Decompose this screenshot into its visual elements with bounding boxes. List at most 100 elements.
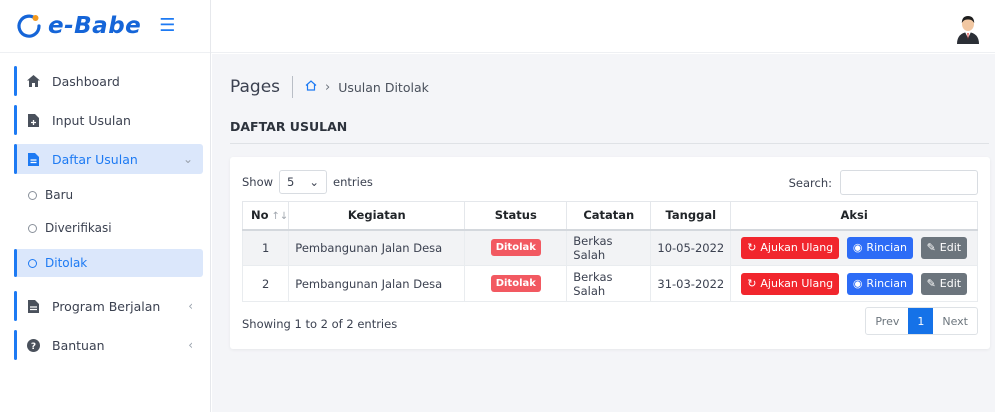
sidebar-item-dashboard[interactable]: Dashboard	[14, 66, 203, 96]
length-prefix: Show	[242, 175, 274, 189]
entries-select[interactable]: 5 ⌄	[279, 170, 328, 194]
sort-icon: ↑↓	[271, 211, 289, 223]
button-label: Rincian	[866, 241, 907, 255]
circle-icon	[28, 258, 37, 268]
sidebar-subitem-label: Baru	[45, 188, 74, 202]
sidebar-item-indicator	[14, 144, 17, 174]
cell-kegiatan: Pembangunan Jalan Desa	[288, 265, 466, 302]
sidebar: e-Babe ☰ Dashboard Input Usulan Daftar U…	[0, 0, 211, 412]
cell-catatan: Berkas Salah	[566, 265, 652, 302]
data-table: No ↑↓ Kegiatan Status Catatan Tanggal Aks…	[241, 201, 978, 302]
ajukan-ulang-button[interactable]: ↻ Ajukan Ulang	[741, 236, 840, 259]
cell-tanggal: 10-05-2022	[650, 229, 732, 266]
sidebar-item-label: Daftar Usulan	[52, 151, 138, 167]
column-header-label: Catatan	[583, 208, 635, 223]
edit-button[interactable]: ✎ Edit	[920, 236, 968, 259]
divider	[230, 143, 989, 144]
cell-tanggal: 31-03-2022	[650, 265, 732, 302]
home-icon	[26, 75, 40, 87]
table-row: 1 Pembangunan Jalan Desa Ditolak Berkas …	[241, 229, 978, 266]
sidebar-subitem-ditolak[interactable]: Ditolak	[14, 249, 203, 277]
button-label: Ajukan Ulang	[760, 241, 834, 255]
sidebar-item-indicator	[14, 291, 17, 321]
home-icon[interactable]	[305, 80, 317, 94]
table-info: Showing 1 to 2 of 2 entries	[242, 317, 398, 331]
chevron-left-icon: ‹	[188, 299, 193, 313]
sidebar-item-label: Input Usulan	[52, 112, 131, 128]
breadcrumb-current: Usulan Ditolak	[338, 79, 429, 95]
edit-button[interactable]: ✎ Edit	[920, 272, 968, 295]
column-header-label: Status	[494, 208, 537, 223]
svg-text:?: ?	[30, 342, 35, 352]
table-card: Show 5 ⌄ entries Search: No ↑↓ Kegiatan S…	[230, 157, 990, 349]
column-header-status[interactable]: Status	[464, 201, 568, 231]
length-suffix: entries	[333, 175, 373, 189]
cell-aksi: ↻ Ajukan Ulang ◉ Rincian ✎ Edit	[730, 265, 978, 302]
search-input[interactable]	[840, 170, 978, 195]
ajukan-ulang-button[interactable]: ↻ Ajukan Ulang	[741, 272, 840, 295]
chevron-down-icon: ⌄	[309, 175, 320, 189]
breadcrumb-root: Pages	[230, 77, 281, 97]
next-page-button[interactable]: Next	[933, 308, 977, 334]
button-label: Ajukan Ulang	[760, 277, 834, 290]
column-header-label: Kegiatan	[347, 208, 406, 223]
button-label: Rincian	[866, 277, 907, 290]
document-icon	[26, 299, 40, 313]
sidebar-item-indicator	[14, 330, 17, 360]
column-header-kegiatan[interactable]: Kegiatan	[288, 201, 466, 231]
status-badge: Ditolak	[490, 239, 541, 257]
sidebar-item-input-usulan[interactable]: Input Usulan	[14, 105, 203, 135]
sidebar-subitem-diverifikasi[interactable]: Diverifikasi	[14, 216, 203, 240]
entries-length-control: Show 5 ⌄ entries	[242, 170, 373, 194]
breadcrumb-divider	[292, 76, 294, 98]
prev-page-button[interactable]: Prev	[866, 308, 908, 334]
file-plus-icon	[26, 113, 40, 127]
main-content: Pages › Usulan Ditolak DAFTAR USULAN Sho…	[212, 54, 995, 412]
topbar	[211, 0, 995, 53]
pagination: Prev 1 Next	[865, 307, 978, 335]
sidebar-subitem-label: Ditolak	[45, 256, 88, 270]
chevron-down-icon: ⌄	[182, 152, 193, 166]
sidebar-item-label: Bantuan	[52, 337, 105, 353]
cell-status: Ditolak	[464, 265, 568, 302]
circle-icon	[28, 223, 37, 233]
column-header-no[interactable]: No ↑↓	[241, 201, 290, 231]
page-1-button[interactable]: 1	[908, 308, 934, 334]
button-label: Edit	[939, 277, 962, 290]
chevron-left-icon: ‹	[188, 338, 193, 352]
app-logo-text: e-Babe	[48, 13, 142, 39]
sidebar-item-indicator	[14, 66, 17, 96]
eye-icon: ◉	[852, 277, 863, 290]
sidebar-item-label: Program Berjalan	[52, 298, 161, 314]
cell-status: Ditolak	[464, 229, 568, 266]
column-header-tanggal[interactable]: Tanggal	[650, 201, 732, 231]
rincian-button[interactable]: ◉ Rincian	[846, 236, 913, 259]
sidebar-item-indicator	[14, 105, 17, 135]
chevron-right-icon: ›	[325, 79, 331, 95]
status-badge: Ditolak	[490, 275, 541, 292]
sidebar-item-bantuan[interactable]: ? Bantuan ‹	[14, 330, 203, 360]
user-avatar-icon[interactable]	[955, 12, 981, 44]
column-header-aksi[interactable]: Aksi	[730, 201, 978, 231]
sidebar-item-program-berjalan[interactable]: Program Berjalan ‹	[14, 291, 203, 321]
hamburger-menu-icon[interactable]: ☰	[159, 17, 175, 35]
refresh-icon: ↻	[747, 277, 757, 290]
pencil-icon: ✎	[926, 241, 936, 255]
column-header-label: No	[251, 208, 269, 223]
entries-select-value: 5	[287, 175, 295, 189]
column-header-catatan[interactable]: Catatan	[566, 201, 652, 231]
table-row: 2 Pembangunan Jalan Desa Ditolak Berkas …	[241, 265, 978, 302]
column-header-label: Tanggal	[665, 208, 717, 223]
table-header-row: No ↑↓ Kegiatan Status Catatan Tanggal Aks…	[241, 201, 978, 231]
column-header-label: Aksi	[840, 208, 868, 223]
sidebar-item-daftar-usulan[interactable]: Daftar Usulan ⌄	[14, 144, 203, 174]
sidebar-subitem-baru[interactable]: Baru	[14, 183, 203, 207]
logo-area: e-Babe ☰	[0, 0, 210, 53]
search-label: Search:	[788, 175, 832, 190]
cell-kegiatan: Pembangunan Jalan Desa	[288, 229, 466, 266]
breadcrumb: Pages › Usulan Ditolak	[230, 76, 429, 98]
rincian-button[interactable]: ◉ Rincian	[846, 272, 913, 295]
button-label: Edit	[939, 241, 962, 255]
sidebar-item-label: Dashboard	[52, 73, 120, 89]
cell-aksi: ↻ Ajukan Ulang ◉ Rincian ✎ Edit	[730, 229, 978, 266]
